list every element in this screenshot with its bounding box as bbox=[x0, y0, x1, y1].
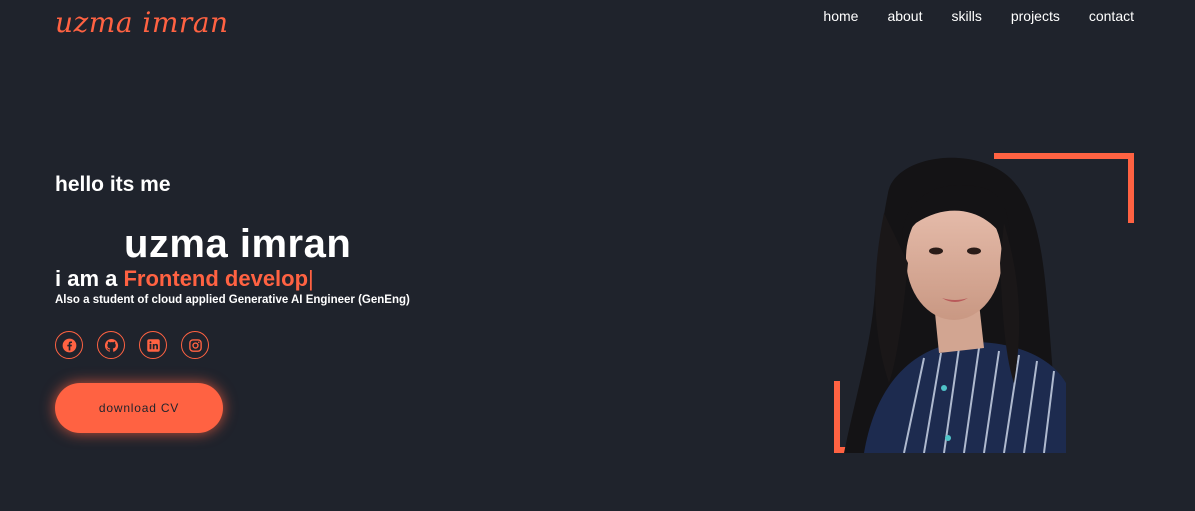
facebook-icon bbox=[62, 338, 76, 352]
instagram-link[interactable] bbox=[181, 331, 209, 359]
role-prefix: i am a bbox=[55, 266, 124, 291]
nav-skills-link[interactable]: skills bbox=[951, 8, 981, 24]
nav-about-link[interactable]: about bbox=[887, 8, 922, 24]
download-cv-button[interactable]: download CV bbox=[55, 383, 223, 433]
nav-contact-link[interactable]: contact bbox=[1089, 8, 1134, 24]
site-logo[interactable]: uzma imran bbox=[55, 6, 229, 39]
linkedin-icon bbox=[146, 338, 160, 352]
hero-role-line: i am a Frontend develop| bbox=[55, 266, 314, 292]
nav-home-link[interactable]: home bbox=[823, 8, 858, 24]
page: uzma imran home about skills projects co… bbox=[0, 0, 1195, 511]
nav-projects-link[interactable]: projects bbox=[1011, 8, 1060, 24]
linkedin-link[interactable] bbox=[139, 331, 167, 359]
profile-photo-container bbox=[834, 153, 1134, 453]
role-typed-text: Frontend develop bbox=[123, 266, 309, 291]
hero-greeting: hello its me bbox=[55, 173, 171, 196]
instagram-icon bbox=[188, 338, 202, 352]
hero-name: uzma imran bbox=[124, 222, 352, 266]
main-nav: home about skills projects contact bbox=[823, 8, 1134, 24]
github-icon bbox=[104, 338, 118, 352]
github-link[interactable] bbox=[97, 331, 125, 359]
profile-photo bbox=[844, 157, 1066, 453]
facebook-link[interactable] bbox=[55, 331, 83, 359]
social-links bbox=[55, 331, 209, 359]
hero-subtitle: Also a student of cloud applied Generati… bbox=[55, 294, 410, 306]
typing-caret: | bbox=[308, 266, 314, 291]
